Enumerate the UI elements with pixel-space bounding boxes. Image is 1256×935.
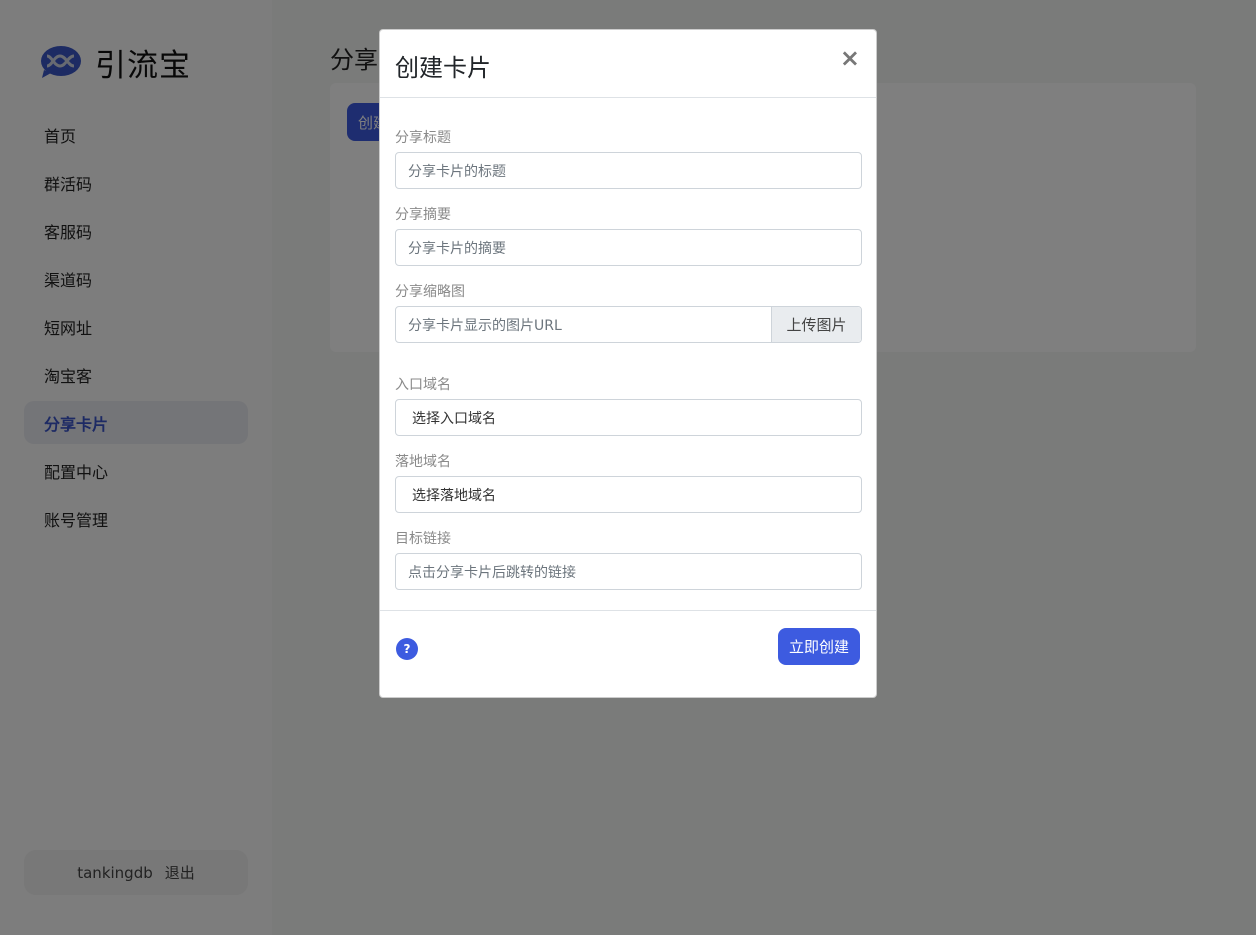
share-title-label: 分享标题 [395, 130, 451, 146]
create-card-modal: 创建卡片 × 分享标题 分享卡片的标题 分享摘要 分享卡片的摘要 分享缩略图 分… [379, 29, 877, 698]
field-landing-domain: 落地域名 选择落地域名 [395, 452, 862, 513]
share-thumbnail-group: 分享卡片显示的图片URL 上传图片 [395, 306, 862, 343]
share-thumbnail-input[interactable]: 分享卡片显示的图片URL [396, 315, 771, 335]
field-target-link: 目标链接 点击分享卡片后跳转的链接 [395, 529, 862, 590]
share-summary-input[interactable]: 分享卡片的摘要 [395, 229, 862, 266]
share-summary-placeholder: 分享卡片的摘要 [408, 240, 506, 257]
share-title-input[interactable]: 分享卡片的标题 [395, 152, 862, 189]
create-now-button[interactable]: 立即创建 [778, 628, 860, 665]
landing-domain-value: 选择落地域名 [412, 487, 496, 504]
field-share-title: 分享标题 分享卡片的标题 [395, 128, 862, 189]
help-icon[interactable]: ? [396, 638, 418, 660]
target-link-input[interactable]: 点击分享卡片后跳转的链接 [395, 553, 862, 590]
share-title-placeholder: 分享卡片的标题 [408, 163, 506, 180]
entry-domain-select[interactable]: 选择入口域名 [395, 399, 862, 436]
field-entry-domain: 入口域名 选择入口域名 [395, 375, 862, 436]
entry-domain-value: 选择入口域名 [412, 410, 496, 427]
modal-header: 创建卡片 × [380, 30, 876, 98]
share-summary-label: 分享摘要 [395, 207, 451, 223]
share-thumbnail-label: 分享缩略图 [395, 284, 465, 300]
modal-body: 分享标题 分享卡片的标题 分享摘要 分享卡片的摘要 分享缩略图 分享卡片显示的图… [395, 128, 862, 590]
modal-title: 创建卡片 [395, 54, 491, 82]
target-link-placeholder: 点击分享卡片后跳转的链接 [408, 564, 576, 581]
field-share-thumbnail: 分享缩略图 分享卡片显示的图片URL 上传图片 [395, 282, 862, 343]
target-link-label: 目标链接 [395, 531, 451, 547]
landing-domain-label: 落地域名 [395, 454, 451, 470]
upload-image-button[interactable]: 上传图片 [771, 307, 861, 342]
landing-domain-select[interactable]: 选择落地域名 [395, 476, 862, 513]
modal-footer: ? 立即创建 [380, 610, 876, 698]
entry-domain-label: 入口域名 [395, 377, 451, 393]
close-icon[interactable]: × [840, 46, 860, 70]
field-share-summary: 分享摘要 分享卡片的摘要 [395, 205, 862, 266]
